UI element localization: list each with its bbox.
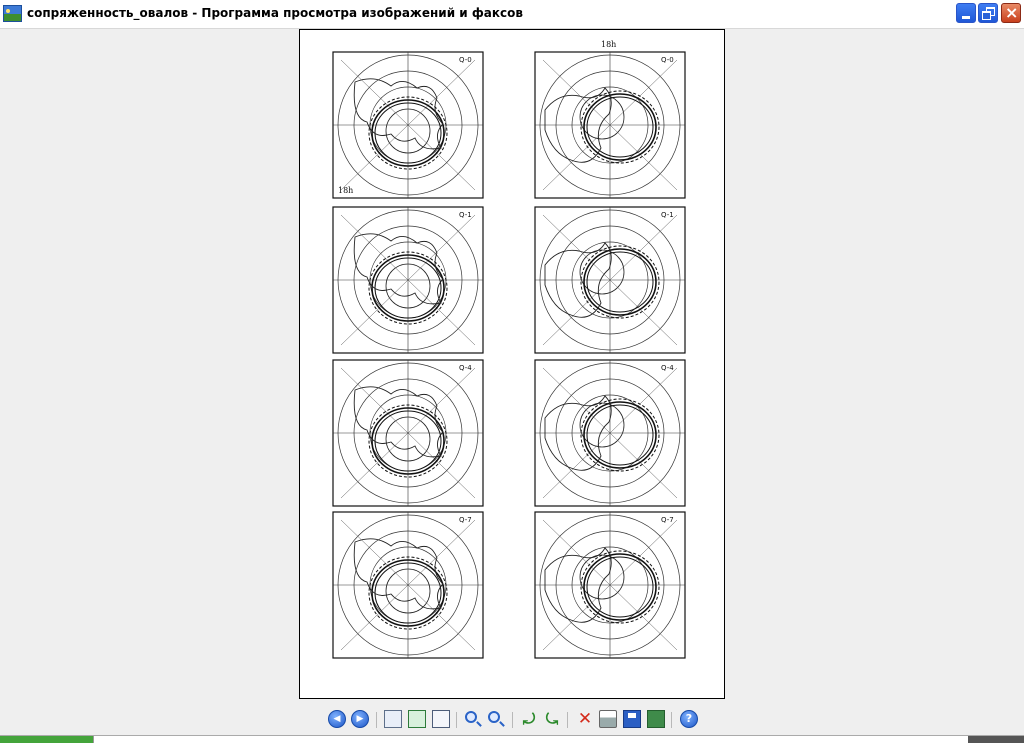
- panel-label: Q-4: [459, 364, 472, 372]
- zoom-in-button[interactable]: [465, 711, 477, 723]
- auroral-oval-curve: [586, 404, 654, 466]
- toolbar-separator: [671, 712, 672, 728]
- delete-button[interactable]: ✕: [576, 710, 594, 728]
- panel-label: Q-0: [661, 56, 674, 64]
- auroral-oval-curve: [580, 398, 660, 472]
- restore-button[interactable]: [978, 3, 998, 23]
- panel-label: Q-1: [459, 211, 472, 219]
- oval-conjugacy-figure: Q-0 Q-0 Q-1 Q-1 Q-4 Q-4 Q-7 Q-7 18h 18h: [332, 40, 686, 659]
- previous-image-button[interactable]: ◀: [328, 710, 346, 728]
- minimize-icon: [962, 16, 970, 19]
- zoom-out-button[interactable]: [488, 711, 500, 723]
- panel-label: Q-0: [459, 56, 472, 64]
- slideshow-button[interactable]: [432, 710, 450, 728]
- auroral-oval-curve: [580, 90, 660, 164]
- auroral-oval-curve: [586, 251, 654, 313]
- help-button[interactable]: ?: [680, 710, 698, 728]
- auroral-oval-curve: [580, 550, 660, 624]
- viewer-toolbar: ◀ ▶ ⤾ ⤿ ✕ ?: [0, 706, 1024, 734]
- rotate-counterclockwise-button[interactable]: ⤿: [543, 710, 561, 728]
- rotate-clockwise-button[interactable]: ⤾: [520, 710, 538, 728]
- toolbar-separator: [567, 712, 568, 728]
- close-icon: ×: [1005, 3, 1019, 22]
- open-for-editing-button[interactable]: [647, 710, 665, 728]
- minimize-button[interactable]: [956, 3, 976, 23]
- local-time-label: 18h: [601, 40, 616, 49]
- image-viewer-app-icon[interactable]: [3, 5, 22, 22]
- panel-label: Q-4: [661, 364, 674, 372]
- window-title: сопряженность_овалов - Программа просмот…: [27, 6, 523, 20]
- panel-label: Q-7: [661, 516, 674, 524]
- local-time-label: 18h: [338, 186, 353, 195]
- title-bar: сопряженность_овалов - Программа просмот…: [0, 0, 1024, 29]
- scanned-page: Q-0 Q-0 Q-1 Q-1 Q-4 Q-4 Q-7 Q-7 18h 18h: [299, 29, 725, 699]
- close-button[interactable]: ×: [1001, 3, 1021, 23]
- panel-label: Q-7: [459, 516, 472, 524]
- restore-icon-front: [982, 11, 991, 20]
- toolbar-separator: [512, 712, 513, 728]
- best-fit-button[interactable]: [384, 710, 402, 728]
- next-image-button[interactable]: ▶: [351, 710, 369, 728]
- auroral-oval-curve: [586, 96, 654, 158]
- image-view-area[interactable]: Q-0 Q-0 Q-1 Q-1 Q-4 Q-4 Q-7 Q-7 18h 18h: [0, 29, 1024, 706]
- actual-size-button[interactable]: [408, 710, 426, 728]
- auroral-oval-curve: [586, 556, 654, 618]
- copy-to-button[interactable]: [623, 710, 641, 728]
- auroral-oval-curve: [580, 245, 660, 319]
- toolbar-separator: [376, 712, 377, 728]
- toolbar-separator: [456, 712, 457, 728]
- panel-label: Q-1: [661, 211, 674, 219]
- print-button[interactable]: [599, 710, 617, 728]
